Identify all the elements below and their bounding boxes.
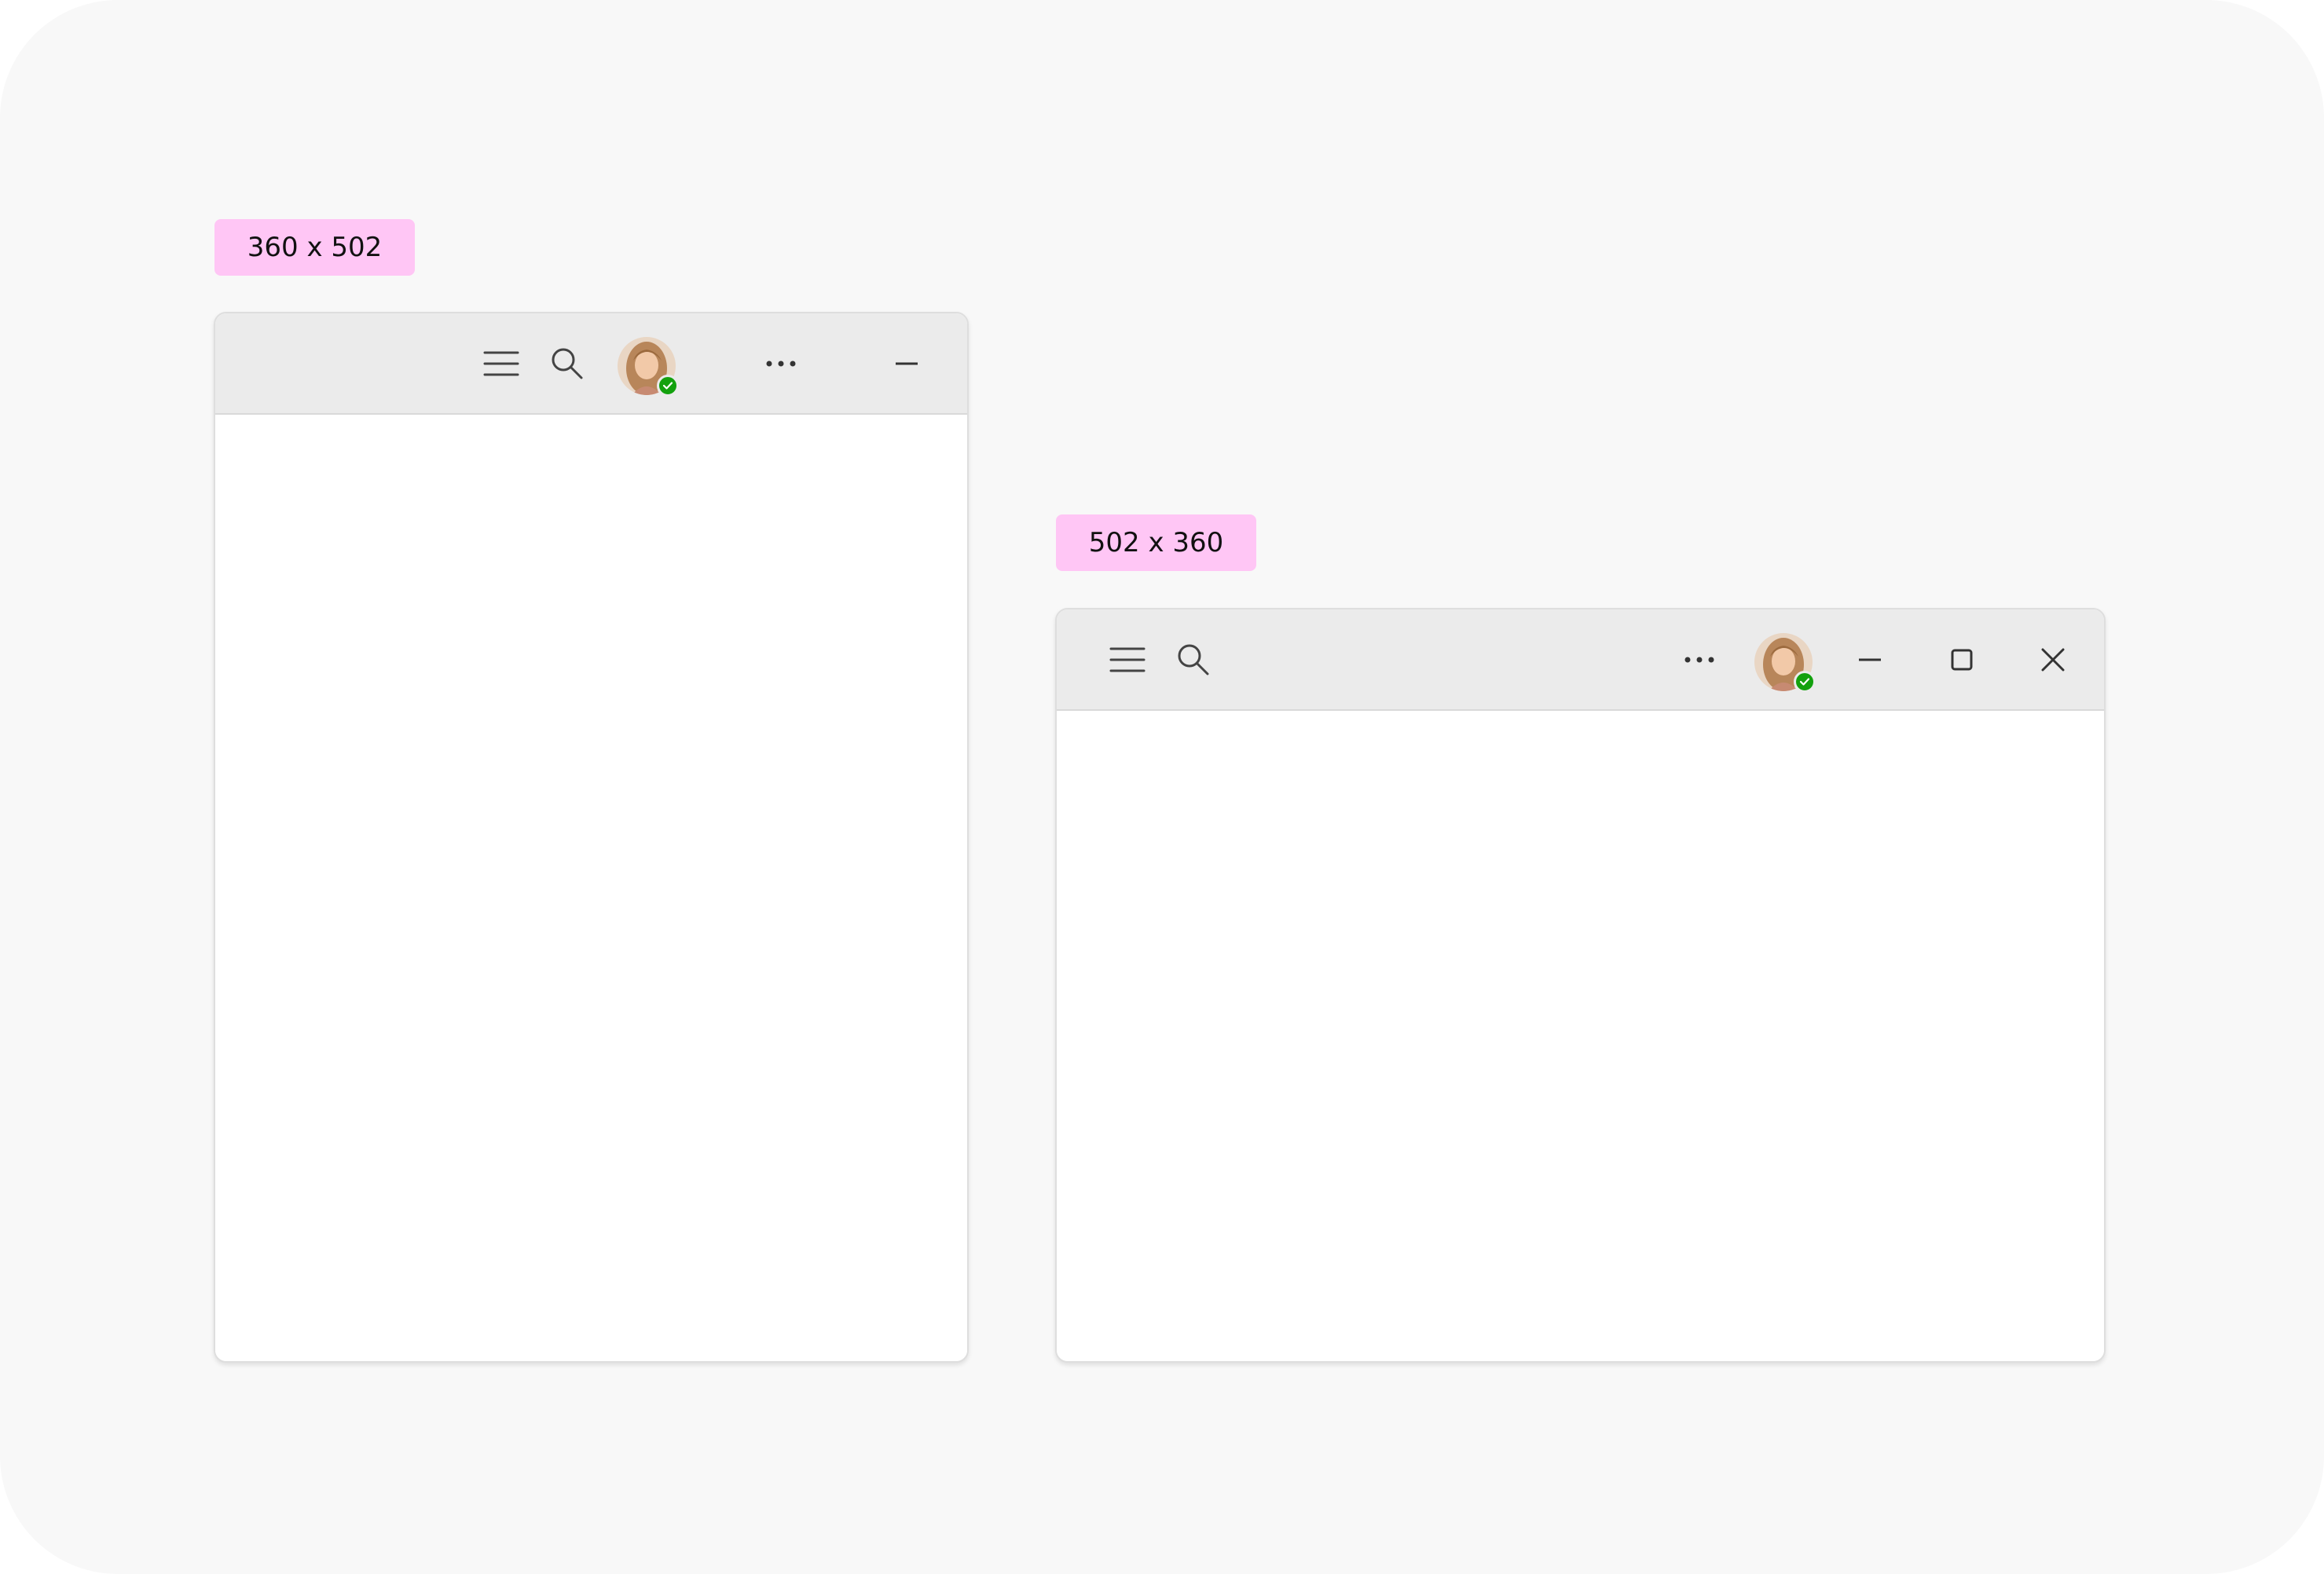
- title-bar: [1057, 609, 2104, 711]
- title-bar: [215, 313, 967, 415]
- search-button[interactable]: [542, 313, 592, 413]
- minimize-button[interactable]: [1845, 609, 1895, 709]
- hamburger-menu-button[interactable]: [476, 313, 526, 413]
- hamburger-menu-icon: [483, 351, 519, 375]
- more-options-button[interactable]: [1674, 609, 1725, 709]
- avatar[interactable]: [1754, 633, 1816, 693]
- app-window-portrait: [214, 312, 969, 1363]
- more-options-icon: [1684, 657, 1714, 662]
- window-content: [1057, 711, 2104, 1361]
- search-icon: [552, 348, 583, 379]
- close-button[interactable]: [2028, 609, 2078, 709]
- checkmark-icon: [662, 382, 673, 390]
- size-label-portrait: 360 x 502: [214, 219, 415, 276]
- avatar[interactable]: [618, 337, 679, 397]
- more-options-button[interactable]: [756, 313, 806, 413]
- hamburger-menu-icon: [1109, 647, 1146, 672]
- maximize-icon: [1951, 649, 1973, 670]
- presence-available-badge: [1794, 671, 1816, 693]
- search-button[interactable]: [1168, 609, 1219, 709]
- presence-available-badge: [657, 375, 679, 397]
- window-content: [215, 415, 967, 1361]
- minimize-icon: [896, 362, 918, 364]
- minimize-icon: [1859, 658, 1881, 661]
- checkmark-icon: [1799, 678, 1810, 686]
- close-icon: [2041, 648, 2065, 671]
- app-window-landscape: [1055, 608, 2106, 1363]
- size-label-landscape: 502 x 360: [1056, 514, 1256, 571]
- more-options-icon: [766, 361, 796, 366]
- minimize-button[interactable]: [882, 313, 932, 413]
- maximize-button[interactable]: [1937, 609, 1987, 709]
- search-icon: [1178, 644, 1209, 675]
- hamburger-menu-button[interactable]: [1102, 609, 1153, 709]
